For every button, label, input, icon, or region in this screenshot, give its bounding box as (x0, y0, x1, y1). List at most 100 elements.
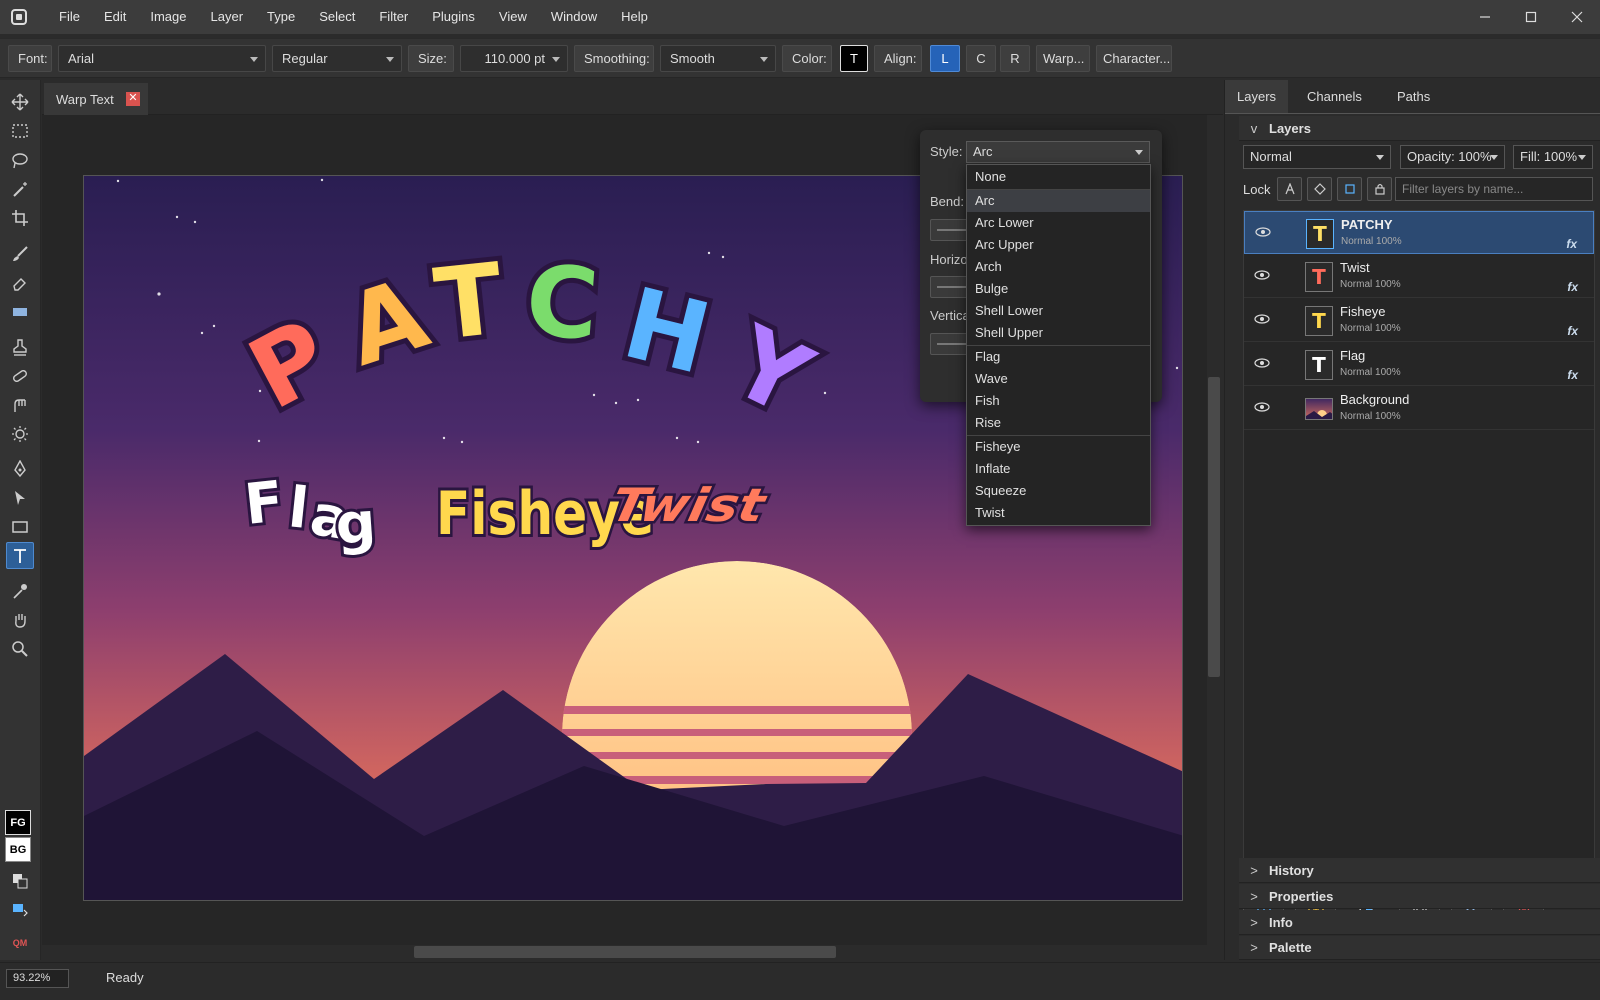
close-tab-icon[interactable]: ✕ (126, 92, 140, 106)
path-select-icon[interactable] (6, 484, 34, 511)
visibility-eye-icon[interactable] (1253, 268, 1271, 282)
style-option-wave[interactable]: Wave (967, 368, 1150, 390)
marquee-icon[interactable] (6, 117, 34, 144)
smudge-icon[interactable] (6, 391, 34, 418)
document-tab[interactable]: Warp Text ✕ (44, 83, 148, 115)
style-option-arc-lower[interactable]: Arc Lower (967, 212, 1150, 234)
layer-row-flag[interactable]: T Flag Normal 100% fx (1244, 343, 1594, 386)
zoom-level-field[interactable]: 93.22% (6, 969, 69, 988)
style-option-fish[interactable]: Fish (967, 390, 1150, 412)
menu-layer[interactable]: Layer (199, 0, 256, 34)
info-section-header[interactable]: > Info (1239, 910, 1600, 935)
move-icon[interactable] (6, 88, 34, 115)
layer-row-fisheye[interactable]: T Fisheye Normal 100% fx (1244, 299, 1594, 342)
dodge-icon[interactable] (6, 420, 34, 447)
tab-paths[interactable]: Paths (1385, 80, 1442, 114)
lock-pixels-icon[interactable] (1307, 177, 1332, 201)
menu-help[interactable]: Help (609, 0, 660, 34)
maximize-icon[interactable] (1508, 0, 1554, 34)
visibility-eye-icon[interactable] (1253, 400, 1271, 414)
horizontal-scroll-thumb[interactable] (414, 946, 836, 958)
align-left-button[interactable]: L (930, 45, 960, 72)
align-right-button[interactable]: R (1000, 45, 1030, 72)
fill-select[interactable]: Fill: 100% (1513, 145, 1593, 169)
layer-fx-icon[interactable]: fx (1567, 368, 1578, 382)
menu-file[interactable]: File (47, 0, 92, 34)
character-button[interactable]: Character... (1096, 45, 1172, 72)
warp-style-select[interactable]: Arc (966, 141, 1150, 163)
visibility-eye-icon[interactable] (1253, 356, 1271, 370)
font-style-select[interactable]: Regular (272, 45, 402, 72)
tab-channels[interactable]: Channels (1295, 80, 1374, 114)
menu-edit[interactable]: Edit (92, 0, 138, 34)
heal-icon[interactable] (6, 362, 34, 389)
style-option-flag[interactable]: Flag (967, 346, 1150, 368)
vertical-scroll-thumb[interactable] (1208, 377, 1220, 677)
pen-icon[interactable] (6, 455, 34, 482)
warp-button[interactable]: Warp... (1036, 45, 1090, 72)
menu-plugins[interactable]: Plugins (420, 0, 487, 34)
crop-icon[interactable] (6, 204, 34, 231)
menu-select[interactable]: Select (307, 0, 367, 34)
layer-row-patchy[interactable]: T PATCHY Normal 100% fx (1244, 211, 1594, 254)
properties-section-header[interactable]: > Properties (1239, 884, 1600, 909)
magic-wand-icon[interactable] (6, 175, 34, 202)
layers-section-header[interactable]: v Layers (1239, 116, 1600, 141)
foreground-color-swatch[interactable]: FG (5, 810, 31, 835)
style-option-none[interactable]: None (967, 166, 1150, 188)
style-option-shell-upper[interactable]: Shell Upper (967, 322, 1150, 344)
menu-image[interactable]: Image (138, 0, 198, 34)
style-option-arc-upper[interactable]: Arc Upper (967, 234, 1150, 256)
close-icon[interactable] (1554, 0, 1600, 34)
stamp-icon[interactable] (6, 333, 34, 360)
font-size-select[interactable]: 110.000 pt (460, 45, 568, 72)
blend-mode-select[interactable]: Normal (1243, 145, 1391, 169)
background-color-swatch[interactable]: BG (5, 837, 31, 862)
opacity-select[interactable]: Opacity: 100% (1400, 145, 1505, 169)
style-option-shell-lower[interactable]: Shell Lower (967, 300, 1150, 322)
swap-colors-icon[interactable] (6, 867, 34, 894)
layer-fx-icon[interactable]: fx (1567, 324, 1578, 338)
menu-window[interactable]: Window (539, 0, 609, 34)
brush-icon[interactable] (6, 240, 34, 267)
layer-row-background[interactable]: Background Normal 100% (1244, 387, 1594, 430)
visibility-eye-icon[interactable] (1253, 312, 1271, 326)
style-option-twist[interactable]: Twist (967, 502, 1150, 524)
lasso-icon[interactable] (6, 146, 34, 173)
vertical-scrollbar[interactable] (1207, 115, 1221, 945)
style-option-bulge[interactable]: Bulge (967, 278, 1150, 300)
history-section-header[interactable]: > History (1239, 858, 1600, 883)
menu-view[interactable]: View (487, 0, 539, 34)
style-option-inflate[interactable]: Inflate (967, 458, 1150, 480)
style-option-arch[interactable]: Arch (967, 256, 1150, 278)
style-option-rise[interactable]: Rise (967, 412, 1150, 434)
tab-layers[interactable]: Layers (1225, 80, 1289, 114)
lock-position-icon[interactable] (1337, 177, 1362, 201)
default-colors-icon[interactable] (6, 895, 34, 922)
layer-row-twist[interactable]: T Twist Normal 100% fx (1244, 255, 1594, 298)
minimize-icon[interactable] (1462, 0, 1508, 34)
layer-fx-icon[interactable]: fx (1567, 280, 1578, 294)
text-icon[interactable] (6, 542, 34, 569)
align-center-button[interactable]: C (966, 45, 996, 72)
zoom-icon[interactable] (6, 635, 34, 662)
quick-mask-button[interactable]: QM (6, 929, 34, 956)
rectangle-icon[interactable] (6, 513, 34, 540)
gradient-icon[interactable] (6, 298, 34, 325)
visibility-eye-icon[interactable] (1254, 225, 1272, 239)
eyedropper-icon[interactable] (6, 577, 34, 604)
hand-icon[interactable] (6, 606, 34, 633)
text-color-swatch[interactable]: T (840, 45, 868, 72)
style-option-fisheye[interactable]: Fisheye (967, 436, 1150, 458)
palette-section-header[interactable]: > Palette (1239, 936, 1600, 960)
layer-filter-input[interactable]: Filter layers by name... (1395, 177, 1593, 201)
layer-fx-icon[interactable]: fx (1566, 237, 1577, 251)
style-option-squeeze[interactable]: Squeeze (967, 480, 1150, 502)
lock-all-icon[interactable] (1367, 177, 1392, 201)
menu-filter[interactable]: Filter (367, 0, 420, 34)
font-family-select[interactable]: Arial (58, 45, 266, 72)
eraser-icon[interactable] (6, 269, 34, 296)
smoothing-select[interactable]: Smooth (660, 45, 776, 72)
lock-transparency-icon[interactable] (1277, 177, 1302, 201)
menu-type[interactable]: Type (255, 0, 307, 34)
